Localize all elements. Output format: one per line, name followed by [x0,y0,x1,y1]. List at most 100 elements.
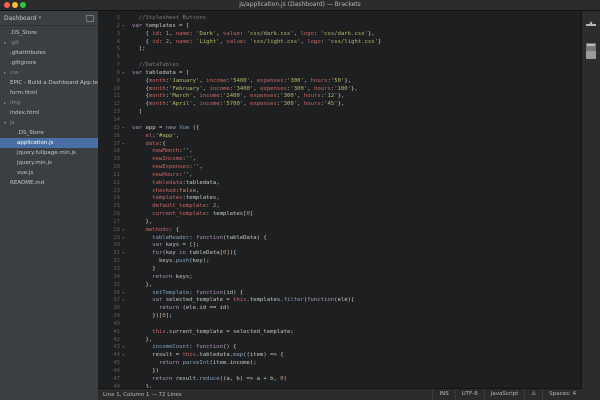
code-line[interactable]: 17 ▾ data:{ [98,141,582,149]
code-line[interactable]: 9 {month:'January', income:'5400', expen… [98,78,582,86]
tree-item[interactable]: .gitignore [0,58,98,68]
code-line[interactable]: 1 //Stylesheet Buttons [98,15,582,23]
tree-item[interactable]: EPIC - Build a Dashboard App.te [0,78,98,88]
fold-arrow-icon[interactable]: ▾ [122,250,128,258]
code-line[interactable]: 47 return result.reduce((a, b) => a + b,… [98,376,582,384]
code-line[interactable]: 35 }, [98,282,582,290]
warning-icon[interactable]: ⚠ [524,389,542,400]
fold-arrow-icon[interactable]: ▾ [122,290,128,298]
code-line[interactable]: 31 ▾ for(key in tableData[0]){ [98,250,582,258]
language-select[interactable]: JavaScript [483,389,525,400]
tree-item[interactable]: ▾ js [0,118,98,128]
code-line[interactable]: 38 return (ele.id == id) [98,305,582,313]
insert-mode-toggle[interactable]: INS [432,389,454,400]
tree-item[interactable]: ▸ img [0,98,98,108]
code-token: }) [132,367,159,374]
code-token: keys = []; [165,242,200,249]
code-token: tableHeader [152,234,190,241]
fold-arrow-icon[interactable]: ▾ [122,352,128,360]
line-number: 3 [116,30,120,37]
fold-arrow-icon[interactable]: ▾ [122,141,128,149]
code-line[interactable]: 11 {month:'March', income:'2400', expens… [98,93,582,101]
fold-arrow-icon[interactable]: ▾ [122,227,128,235]
code-line[interactable]: 45 return parseInt(item.income); [98,360,582,368]
code-editor[interactable]: 1 //Stylesheet Buttons 2 ▾ var templates = … [98,11,582,389]
tree-item[interactable]: README.md [0,178,98,188]
tree-item[interactable]: ▸ .git [0,38,98,48]
code-line[interactable]: 30 var keys = []; [98,242,582,250]
tree-item[interactable]: form.html [0,88,98,98]
tree-item[interactable]: jquery.min.js [0,158,98,168]
code-line[interactable]: 28 ▾ methods: { [98,227,582,235]
tree-item[interactable]: vue.js [0,168,98,178]
code-line[interactable]: 4 { id: 2, name: 'Light', value: 'css/li… [98,39,582,47]
fold-arrow-icon[interactable]: ▾ [122,70,128,78]
code-token: (ele){ [334,297,355,304]
fold-arrow-icon[interactable]: ▾ [122,297,128,305]
code-line[interactable]: 44 ▾ result = this.tabledata.map((item) =… [98,352,582,360]
live-preview-icon[interactable] [586,21,596,28]
code-line[interactable]: 40 [98,321,582,329]
code-line[interactable]: 32 keys.push(key); [98,258,582,266]
project-dropdown[interactable]: Dashboard ▾ [0,11,98,26]
code-line[interactable]: 36 ▾ setTemplate: function(id) { [98,290,582,298]
code-line[interactable]: 42 }, [98,337,582,345]
code-token: income [199,101,220,108]
code-line[interactable]: 5 ]; [98,46,582,54]
tree-item[interactable]: .DS_Store [0,128,98,138]
code-line[interactable]: 18 newMonth:'', [98,148,582,156]
code-line[interactable]: 26 current_template: templates[0] [98,211,582,219]
code-token: }, [367,30,375,37]
code-line[interactable]: 33 } [98,266,582,274]
code-line[interactable]: 24 templates:templates, [98,195,582,203]
indent-spaces-select[interactable]: Spaces: 4 [542,389,582,400]
code-line[interactable]: 12 {month:'April', income:'5700', expens… [98,101,582,109]
code-line[interactable]: 25 default_template: 2, [98,203,582,211]
fold-arrow-icon[interactable]: ▾ [122,125,128,133]
code-line[interactable]: 15 ▾ var app = new Vue ({ [98,125,582,133]
code-line[interactable]: 13 ] [98,109,582,117]
code-line[interactable]: 34 return keys; [98,274,582,282]
line-number: 14 [113,116,120,123]
code-line[interactable]: 14 [98,117,582,125]
code-line[interactable]: 27 }, [98,219,582,227]
code-line[interactable]: 41 this.current_template = selected_temp… [98,329,582,337]
code-token: }, [351,85,358,92]
code-token: selected_template = [165,297,234,304]
code-line[interactable]: 2 ▾ var templates = [ [98,23,582,31]
fold-arrow-icon[interactable]: ▾ [122,235,128,243]
code-text: return keys; [132,274,192,282]
tree-item[interactable]: .DS_Store [0,28,98,38]
fold-arrow-icon[interactable]: ▾ [122,23,128,31]
code-line[interactable]: 16 el:'#app', [98,133,582,141]
code-line[interactable]: 39 })[0]; [98,313,582,321]
code-token: methods [145,226,170,233]
tree-item[interactable]: application.js [0,138,98,148]
code-line[interactable]: 6 [98,54,582,62]
encoding-select[interactable]: UTF-8 [454,389,484,400]
code-line[interactable]: 37 ▾ var selected_template = this.templat… [98,297,582,305]
code-line[interactable]: 7 //DataTables [98,62,582,70]
code-line[interactable]: 21 newHours:'', [98,172,582,180]
file-icon[interactable] [586,36,596,51]
tree-item[interactable]: ▸ css [0,68,98,78]
tree-item[interactable]: .gitattributes [0,48,98,58]
tree-item[interactable]: jquery.fullpage.min.js [0,148,98,158]
extension-manager-icon[interactable] [586,50,596,59]
code-line[interactable]: 20 newExpenses:'', [98,164,582,172]
fold-arrow-icon[interactable]: ▾ [122,344,128,352]
code-line[interactable]: 22 tabledata:tabledata, [98,180,582,188]
split-view-icon[interactable] [86,14,94,22]
code-line[interactable]: 3 { id: 1, name: 'Dark', value: 'css/dar… [98,31,582,39]
code-line[interactable]: 23 checked:false, [98,188,582,196]
tree-item[interactable]: index.html [0,108,98,118]
code-line[interactable]: 10 {month:'February', income:'3400', exp… [98,86,582,94]
code-token: ) [283,375,287,382]
code-text: })[0]; [132,313,172,321]
code-line[interactable]: 19 newIncome:'', [98,156,582,164]
code-line[interactable]: 29 ▾ tableHeader: function(tableData) { [98,235,582,243]
code-line[interactable]: 8 ▾ var tabledata = [ [98,70,582,78]
code-token: month [148,101,166,108]
code-line[interactable]: 46 }) [98,368,582,376]
code-line[interactable]: 43 ▾ incomeCount: function() { [98,344,582,352]
